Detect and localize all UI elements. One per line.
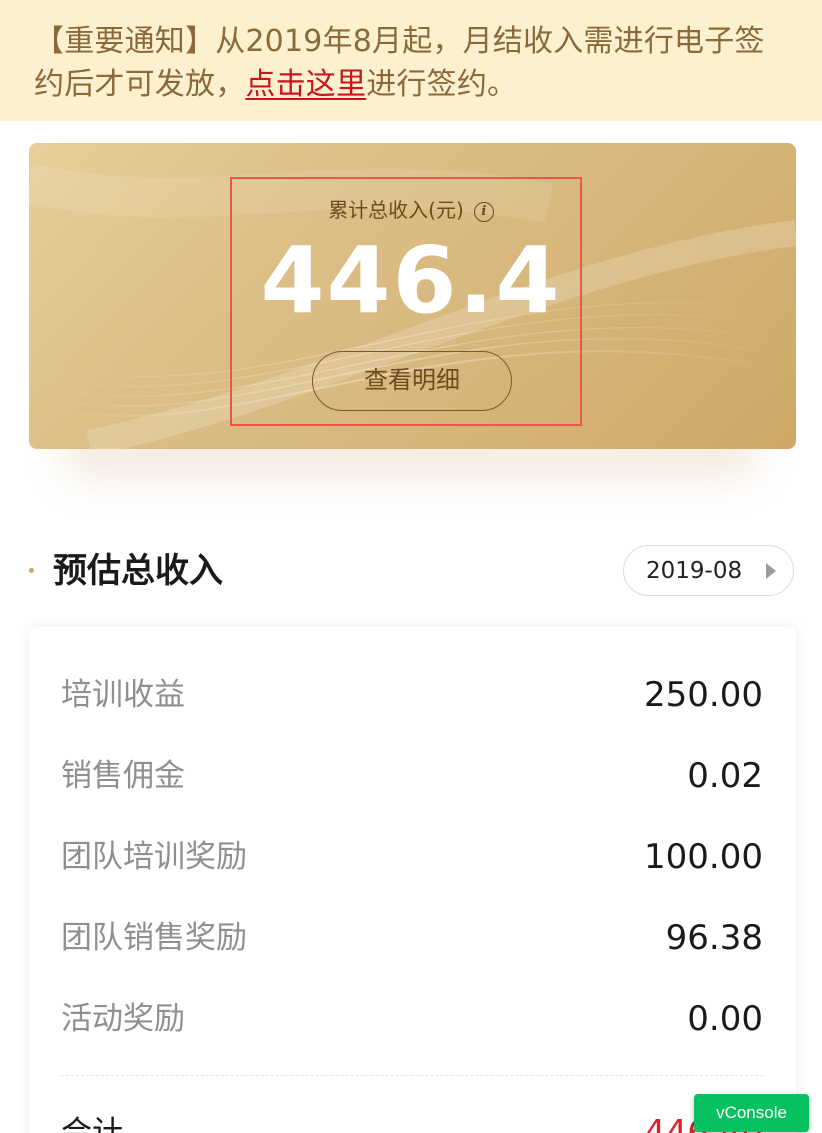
view-details-button[interactable]: 查看明细: [312, 351, 512, 411]
notice-text-end: 进行签约。: [366, 67, 518, 102]
total-row: 合计 446.40: [61, 1108, 763, 1133]
total-income-label-row: 累计总收入(元) i: [0, 197, 822, 223]
income-row-value: 0.00: [687, 999, 763, 1039]
month-selector[interactable]: 2019-08: [623, 545, 794, 596]
triangle-right-icon: [766, 563, 776, 579]
income-row-value: 250.00: [644, 675, 763, 715]
income-row-label: 活动奖励: [61, 1001, 185, 1037]
notice-banner: 【重要通知】从2019年8月起，月结收入需进行电子签约后才可发放，点击这里进行签…: [0, 0, 822, 121]
income-row-value: 0.02: [687, 756, 763, 796]
total-income-label: 累计总收入(元): [328, 198, 464, 222]
income-row-value: 100.00: [644, 837, 763, 877]
income-row: 培训收益 250.00: [61, 670, 763, 720]
sign-link[interactable]: 点击这里: [245, 67, 366, 102]
month-value: 2019-08: [646, 558, 743, 584]
page: 【重要通知】从2019年8月起，月结收入需进行电子签约后才可发放，点击这里进行签…: [0, 0, 822, 1133]
income-row-value: 96.38: [665, 918, 763, 958]
income-row-label: 团队销售奖励: [61, 920, 247, 956]
income-row: 销售佣金 0.02: [61, 751, 763, 801]
income-row: 团队销售奖励 96.38: [61, 913, 763, 963]
income-row-label: 销售佣金: [61, 758, 185, 794]
total-row-label: 合计: [61, 1115, 123, 1133]
section-title: 预估总收入: [53, 551, 223, 591]
income-row: 活动奖励 0.00: [61, 994, 763, 1044]
section-dot: [29, 568, 34, 573]
vconsole-button[interactable]: vConsole: [694, 1094, 809, 1132]
info-icon[interactable]: i: [473, 202, 494, 222]
total-income-amount: 446.4: [260, 227, 562, 334]
income-row: 团队培训奖励 100.00: [61, 832, 763, 882]
list-divider: [61, 1075, 763, 1076]
income-row-label: 团队培训奖励: [61, 839, 247, 875]
income-row-label: 培训收益: [61, 677, 185, 713]
